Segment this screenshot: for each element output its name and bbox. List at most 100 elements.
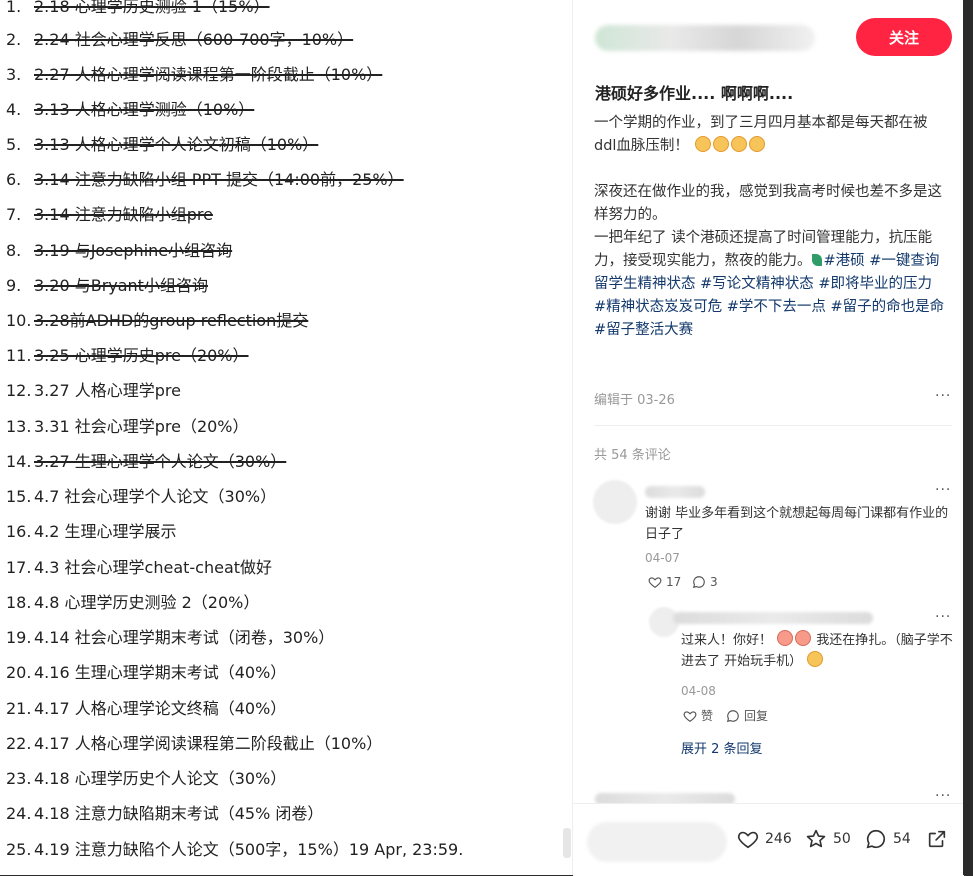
todo-number: 5.: [6, 135, 22, 154]
more-options-icon[interactable]: ···: [935, 388, 951, 404]
todo-item: 5. 3.13 人格心理学个人论文初稿（10%）: [6, 134, 318, 156]
like-count: 246: [765, 831, 792, 847]
star-icon: [806, 829, 826, 848]
window-edge: [963, 0, 973, 875]
todo-number: 4.: [6, 100, 22, 119]
todo-number: 13.: [6, 417, 32, 436]
collect-button[interactable]: 50: [805, 828, 851, 850]
comment-button[interactable]: 54: [865, 828, 911, 850]
todo-text: 4.17 人格心理学论文终稿（40%）: [34, 699, 287, 718]
todo-text: 3.31 社会心理学pre（20%）: [34, 417, 249, 436]
leaf-icon: [811, 254, 822, 266]
todo-number: 17.: [6, 558, 32, 577]
divider: [594, 425, 952, 426]
todo-number: 25.: [6, 840, 32, 859]
todo-text: 4.18 注意力缺陷期末考试（45% 闭卷）: [34, 804, 324, 823]
post-body: 一个学期的作业，到了三月四月基本都是每天都在被ddl血脉压制！ 深夜还在做作业的…: [594, 112, 946, 342]
todo-number: 20.: [6, 663, 32, 682]
comment-like-button[interactable]: 17: [648, 575, 681, 589]
hashtag-link[interactable]: #港硕: [824, 253, 865, 269]
todo-text: 4.18 心理学历史个人论文（30%）: [34, 769, 287, 788]
todo-item: 17. 4.3 社会心理学cheat-cheat做好: [6, 557, 272, 579]
todo-number: 14.: [6, 452, 32, 471]
todo-text: 4.17 人格心理学阅读课程第二阶段截止（10%）: [34, 734, 383, 753]
commenter-name-blurred[interactable]: [645, 486, 705, 498]
todo-text: 4.14 社会心理学期末考试（闭卷，30%）: [34, 628, 335, 647]
todo-item: 20. 4.16 生理心理学期末考试（40%）: [6, 662, 286, 684]
todo-number: 11.: [6, 346, 32, 365]
hashtag-link[interactable]: #学不下去一点: [727, 299, 826, 315]
todo-text: 4.19 注意力缺陷个人论文（500字，15%）19 Apr, 23:59.: [34, 840, 464, 859]
todo-number: 6.: [6, 170, 22, 189]
todo-item: 13. 3.31 社会心理学pre（20%）: [6, 416, 249, 438]
comment-reply-button[interactable]: 3: [692, 575, 718, 589]
todo-item: 24. 4.18 注意力缺陷期末考试（45% 闭卷）: [6, 803, 323, 825]
todo-item: 11. 3.25 心理学历史pre（20%）: [6, 345, 249, 367]
hashtag-link[interactable]: #留子整活大赛: [594, 322, 693, 338]
todo-number: 15.: [6, 487, 32, 506]
todo-text: 4.2 生理心理学展示: [34, 522, 177, 541]
todo-number: 7.: [6, 205, 22, 224]
todo-number: 16.: [6, 522, 32, 541]
todo-text: 3.14 注意力缺陷小组 PPT 提交（14:00前，25%）: [34, 170, 404, 189]
expand-replies-link[interactable]: 展开 2 条回复: [681, 738, 763, 757]
todo-number: 22.: [6, 734, 32, 753]
emoji-icon: [795, 630, 812, 646]
todo-number: 2.: [6, 30, 22, 49]
reply-date: 04-08: [681, 684, 716, 698]
todo-text: 3.20 与Bryant小组咨询: [34, 276, 208, 295]
comment-input-blurred[interactable]: [587, 822, 727, 862]
heart-icon: [737, 831, 759, 849]
todo-item: 16. 4.2 生理心理学展示: [6, 521, 177, 543]
comment-more-icon[interactable]: ···: [935, 482, 951, 498]
todo-text: 2.24 社会心理学反思（600-700字，10%）: [34, 30, 354, 49]
post-body-line-2: 深夜还在做作业的我，感觉到我高考时候也差不多是这样努力的。: [594, 184, 942, 223]
hashtag-link[interactable]: #即将毕业的压力: [818, 276, 932, 292]
next-comment-more-icon[interactable]: ···: [935, 788, 951, 804]
comment-icon: [692, 576, 705, 589]
todo-text: 4.7 社会心理学个人论文（30%）: [34, 487, 277, 506]
reply-reply-label: 回复: [744, 709, 769, 723]
hashtag-link[interactable]: #留子的命也是命: [831, 299, 945, 315]
todo-item: 1. 2.18 心理学历史测验 1（15%）: [6, 0, 270, 18]
heart-icon: [648, 577, 662, 588]
follow-button[interactable]: 关注: [856, 18, 952, 56]
comment-like-count: 17: [666, 575, 682, 589]
emoji-icon: [694, 136, 711, 152]
edited-date: 编辑于 03-26: [594, 393, 675, 408]
emoji-icon: [712, 136, 729, 152]
todo-number: 8.: [6, 241, 22, 260]
reply-like-label: 赞: [701, 709, 714, 723]
todo-number: 23.: [6, 769, 32, 788]
todo-item: 6. 3.14 注意力缺陷小组 PPT 提交（14:00前，25%）: [6, 169, 404, 191]
reply-name-blurred[interactable]: [673, 612, 873, 624]
reply-like-button[interactable]: 赞: [683, 707, 713, 724]
todo-item: 21. 4.17 人格心理学论文终稿（40%）: [6, 698, 286, 720]
todo-text: 2.18 心理学历史测验 1（15%）: [34, 0, 270, 16]
todo-text: 3.27 生理心理学个人论文（30%）: [34, 452, 287, 471]
reply-more-icon[interactable]: ···: [935, 609, 951, 625]
todo-number: 24.: [6, 804, 32, 823]
comment-date: 04-07: [645, 551, 680, 565]
todo-number: 3.: [6, 65, 22, 84]
todo-item: 2. 2.24 社会心理学反思（600-700字，10%）: [6, 29, 353, 51]
like-button[interactable]: 246: [737, 828, 792, 850]
share-button[interactable]: [926, 828, 948, 850]
heart-icon: [683, 710, 697, 722]
reply-reply-button[interactable]: 回复: [726, 707, 768, 724]
author-name-blurred[interactable]: [595, 25, 815, 51]
todo-item: 25. 4.19 注意力缺陷个人论文（500字，15%）19 Apr, 23:59…: [6, 839, 463, 861]
hashtag-link[interactable]: #写论文精神状态: [700, 276, 814, 292]
hashtag-link[interactable]: #精神状态岌岌可危: [594, 299, 722, 315]
todo-item: 23. 4.18 心理学历史个人论文（30%）: [6, 768, 286, 790]
todo-number: 1.: [6, 0, 22, 16]
emoji-icon: [730, 136, 747, 152]
todo-item: 9. 3.20 与Bryant小组咨询: [6, 275, 208, 297]
scrollbar-thumb[interactable]: [563, 828, 571, 858]
post-footer-bar: 246 50 54: [573, 803, 964, 876]
commenter-avatar[interactable]: [593, 480, 637, 524]
todo-item: 10. 3.28前ADHD的group reflection提交: [6, 310, 308, 332]
todo-item: 22. 4.17 人格心理学阅读课程第二阶段截止（10%）: [6, 733, 382, 755]
todo-text: 3.28前ADHD的group reflection提交: [34, 311, 309, 330]
comment-reply-count: 3: [710, 575, 718, 589]
